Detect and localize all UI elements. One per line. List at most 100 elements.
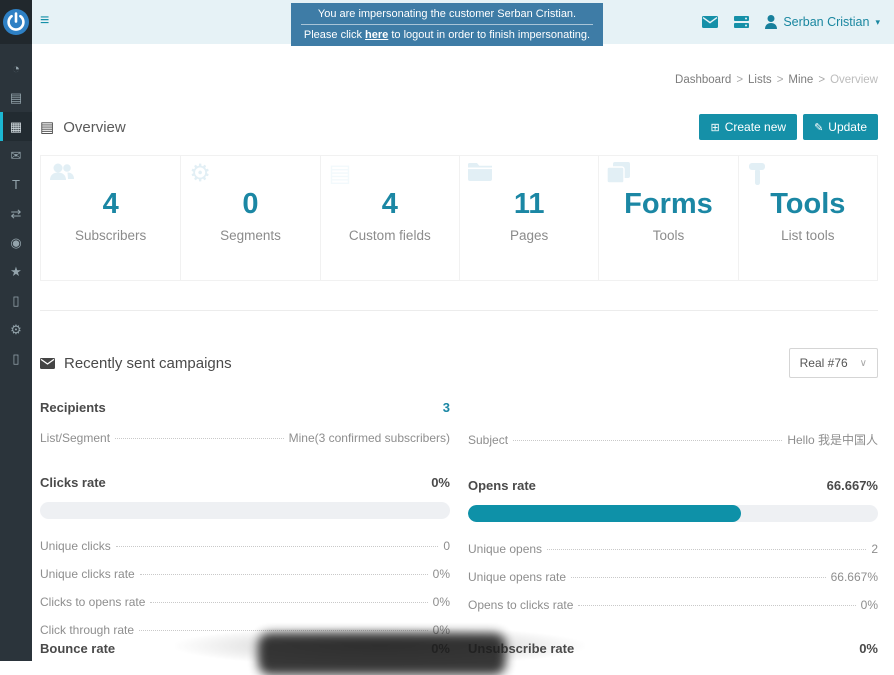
section-divider	[40, 310, 878, 311]
envelope-icon: ✉	[11, 148, 22, 164]
campaign-selector-value: Real #76	[800, 356, 848, 370]
sidebar-item-extensions[interactable]: ▯	[0, 344, 32, 373]
folder-icon	[468, 162, 492, 186]
stat-cards: 4 Subscribers ⚙ 0 Segments ▤ 4 Custom fi…	[40, 155, 878, 281]
clicks-rate-value: 0%	[431, 475, 450, 490]
stat-row: Unique clicks rate0%	[40, 567, 450, 581]
subject-row: Subject Hello 我是中国人	[468, 431, 878, 448]
breadcrumb-current: Overview	[830, 74, 878, 86]
user-menu[interactable]: Serban Cristian ▾	[765, 15, 880, 29]
card-label: List tools	[739, 228, 877, 243]
impersonation-text-line1: You are impersonating the customer Serba…	[301, 7, 593, 25]
card-subscribers[interactable]: 4 Subscribers	[41, 156, 180, 280]
envelope-icon	[702, 16, 718, 28]
impersonation-text-line2: Please click here to logout in order to …	[291, 25, 603, 41]
sidebar-item-campaigns[interactable]: ✉	[0, 141, 32, 170]
hammer-icon	[747, 162, 769, 191]
users-icon	[49, 162, 75, 187]
breadcrumb-dashboard[interactable]: Dashboard	[675, 74, 731, 86]
list-segment-row: List/Segment Mine(3 confirmed subscriber…	[40, 431, 450, 445]
stat-row: Opens to clicks rate0%	[468, 598, 878, 612]
sidebar-item-featured[interactable]: ★	[0, 257, 32, 286]
sidebar-item-lists[interactable]: ▦	[0, 112, 32, 141]
sidebar-item-dashboard[interactable]: ◔	[0, 54, 32, 83]
sidebar-nav: ◔ ▤ ▦ ✉ T ⇄ ◉ ★ ▯ ⚙ ▯	[0, 44, 32, 373]
globe-icon: ◉	[10, 235, 21, 251]
unsubscribe-rate-value: 0%	[859, 641, 878, 656]
stat-row: Unique clicks0	[40, 539, 450, 553]
dotted-leader	[578, 605, 855, 606]
card-label: Subscribers	[41, 228, 180, 243]
opens-rate-progressbar	[468, 505, 878, 522]
clicks-rate-progressbar	[40, 502, 450, 519]
power-icon	[3, 9, 29, 35]
sidebar-item-settings[interactable]: ⚙	[0, 315, 32, 344]
chevron-down-icon: ▾	[875, 17, 880, 28]
messages-button[interactable]	[702, 16, 718, 28]
stat-row: Clicks to opens rate0%	[40, 595, 450, 609]
unsubscribe-rate-row: Unsubscribe rate 0%	[468, 638, 878, 659]
arrows-icon: ⇄	[11, 206, 22, 222]
main-content: Dashboard>Lists>Mine>Overview ▤ Overview…	[32, 44, 894, 661]
opens-rate-value: 66.667%	[827, 478, 878, 493]
fields-icon: ▤	[329, 162, 352, 186]
tablet-icon: ▯	[12, 351, 19, 367]
breadcrumb-mine[interactable]: Mine	[788, 74, 813, 86]
sidebar-item-transactional-emails[interactable]: ⇄	[0, 199, 32, 228]
dotted-leader	[571, 577, 826, 578]
archives-button[interactable]	[734, 16, 749, 28]
impersonation-banner: You are impersonating the customer Serba…	[291, 3, 603, 46]
dotted-leader	[139, 630, 428, 631]
card-forms[interactable]: Forms Tools	[598, 156, 737, 280]
dotted-leader	[150, 602, 427, 603]
campaigns-section-title: Recently sent campaigns	[40, 355, 232, 372]
card-pages[interactable]: 11 Pages	[459, 156, 598, 280]
update-button[interactable]: ✎ Update	[803, 114, 878, 140]
sidebar-item-price-plans[interactable]: ▤	[0, 83, 32, 112]
stat-row: Unique opens2	[468, 542, 878, 556]
card-tools[interactable]: Tools List tools	[738, 156, 877, 280]
user-name: Serban Cristian	[783, 15, 869, 29]
gear-icon: ⚙	[189, 162, 211, 186]
card-value: 4	[321, 190, 459, 219]
clicks-detail-rows: Unique clicks0 Unique clicks rate0% Clic…	[40, 519, 450, 637]
dotted-leader	[513, 440, 782, 441]
create-new-button[interactable]: ⊞ Create new	[699, 114, 797, 140]
sidebar-item-templates[interactable]: T	[0, 170, 32, 199]
page-title: ▤ Overview	[40, 118, 126, 136]
logout-here-link[interactable]: here	[365, 29, 388, 41]
tablet-icon: ▯	[12, 293, 19, 309]
app-logo[interactable]	[0, 0, 32, 44]
recipients-row: Recipients 3	[40, 397, 450, 418]
gauge-icon: ◔	[12, 61, 20, 76]
opens-detail-rows: Unique opens2 Unique opens rate66.667% O…	[468, 522, 878, 612]
sidebar-item-pages[interactable]: ▯	[0, 286, 32, 315]
person-icon	[765, 15, 777, 29]
recipients-value: 3	[443, 400, 450, 415]
stat-row: Click through rate0%	[40, 623, 450, 637]
clicks-rate-row: Clicks rate 0%	[40, 472, 450, 493]
campaign-stats-left: Recipients 3 List/Segment Mine(3 confirm…	[40, 397, 450, 661]
card-label: Custom fields	[321, 228, 459, 243]
card-label: Segments	[181, 228, 319, 243]
card-custom-fields[interactable]: ▤ 4 Custom fields	[320, 156, 459, 280]
list-icon: ▤	[40, 118, 54, 136]
star-icon: ★	[10, 264, 22, 280]
card-value: 4	[41, 190, 180, 219]
card-segments[interactable]: ⚙ 0 Segments	[180, 156, 319, 280]
archive-icon	[734, 16, 749, 28]
text-icon: T	[12, 177, 20, 192]
campaign-selector[interactable]: Real #76 ∨	[789, 348, 878, 378]
breadcrumb: Dashboard>Lists>Mine>Overview	[40, 74, 878, 88]
breadcrumb-lists[interactable]: Lists	[748, 74, 772, 86]
list-icon: ▦	[10, 119, 22, 135]
sidebar-item-surveys[interactable]: ◉	[0, 228, 32, 257]
card-value: Forms	[599, 190, 737, 219]
campaign-stats-right: Subject Hello 我是中国人 Opens rate 66.667% U…	[468, 397, 878, 661]
card-label: Pages	[460, 228, 598, 243]
edit-icon: ✎	[814, 121, 823, 134]
card-label: Tools	[599, 228, 737, 243]
dotted-leader	[547, 549, 866, 550]
hamburger-menu-icon[interactable]: ≡	[40, 12, 49, 30]
gear-icon: ⚙	[10, 322, 22, 338]
